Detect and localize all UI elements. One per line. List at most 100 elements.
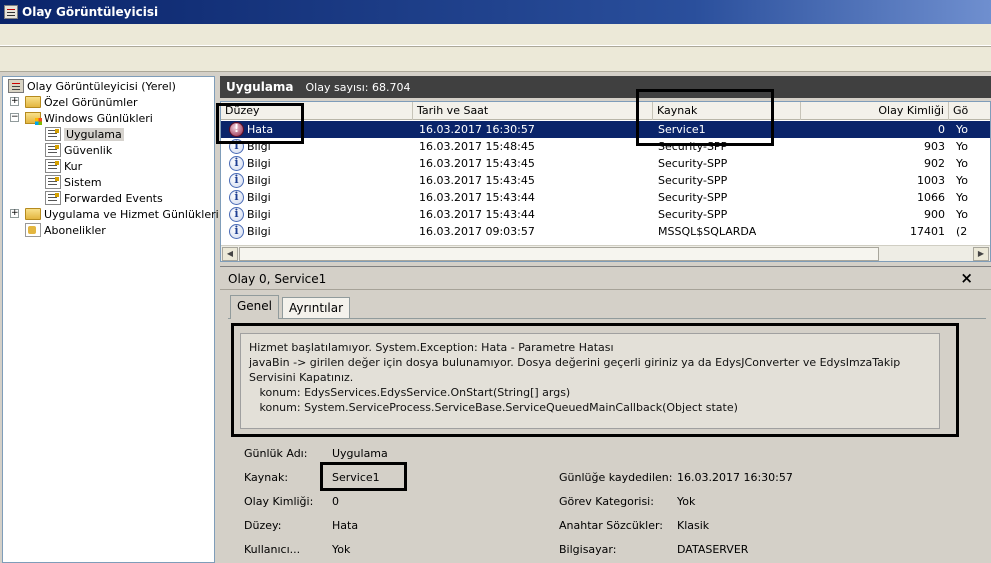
folder-icon — [25, 96, 41, 108]
tab-general[interactable]: Genel — [230, 295, 280, 319]
cell-task: Yo — [956, 123, 968, 136]
column-header-source[interactable]: Kaynak — [653, 102, 801, 120]
log-name-value: Uygulama — [332, 447, 388, 460]
cell-event-id: 1003 — [917, 174, 945, 187]
event-detail-pane: Olay 0, Service1 × Genel Ayrıntılar Hizm… — [220, 266, 991, 563]
event-id-value: 0 — [332, 495, 339, 508]
tree-item-setup[interactable]: Kur — [45, 158, 82, 174]
table-row[interactable]: Bilgi 16.03.2017 09:03:57 MSSQL$SQLARDA … — [221, 223, 990, 240]
cell-task: (2 — [956, 225, 968, 238]
event-count: Olay sayısı: 68.704 — [305, 80, 411, 94]
cell-source: Security-SPP — [658, 208, 728, 221]
keywords-value: Klasik — [677, 519, 710, 532]
cell-source: Security-SPP — [658, 157, 728, 170]
source-value: Service1 — [332, 471, 380, 484]
tree-item-label: Özel Görünümler — [44, 95, 138, 109]
table-row[interactable]: Bilgi 16.03.2017 15:43:45 Security-SPP 9… — [221, 155, 990, 172]
cell-task: Yo — [956, 208, 968, 221]
tree-item-label: Windows Günlükleri — [44, 111, 153, 125]
level-value: Hata — [332, 519, 359, 532]
message-line: konum: System.ServiceProcess.ServiceBase… — [249, 401, 738, 414]
keywords-label: Anahtar Sözcükler: — [559, 519, 664, 532]
scroll-thumb[interactable] — [239, 247, 879, 261]
message-line: Hizmet başlatılamıyor. System.Exception:… — [249, 341, 614, 354]
tree-item-app-service-logs[interactable]: Uygulama ve Hizmet Günlükleri — [25, 206, 219, 222]
cell-level: Bilgi — [247, 191, 271, 204]
tree-item-label: Sistem — [64, 175, 102, 189]
cell-datetime: 16.03.2017 15:43:45 — [419, 174, 535, 187]
table-row[interactable]: Hata 16.03.2017 16:30:57 Service1 0 Yo — [221, 121, 990, 138]
table-row[interactable]: Bilgi 16.03.2017 15:43:44 Security-SPP 1… — [221, 189, 990, 206]
task-category-label: Görev Kategorisi: — [559, 495, 654, 508]
cell-task: Yo — [956, 157, 968, 170]
cell-event-id: 903 — [924, 140, 945, 153]
cell-event-id: 902 — [924, 157, 945, 170]
menu-bar — [0, 24, 991, 46]
close-icon[interactable]: × — [960, 269, 973, 287]
column-header-level[interactable]: Düzey — [221, 102, 413, 120]
tree-item-windows-logs[interactable]: Windows Günlükleri — [25, 110, 153, 126]
table-row[interactable]: Bilgi 16.03.2017 15:43:45 Security-SPP 1… — [221, 172, 990, 189]
column-header-event-id[interactable]: Olay Kimliği — [801, 102, 949, 120]
cell-datetime: 16.03.2017 16:30:57 — [419, 123, 535, 136]
user-value: Yok — [332, 543, 351, 556]
tree-item-label: Abonelikler — [44, 223, 106, 237]
info-icon — [229, 156, 244, 171]
divider — [220, 289, 991, 290]
horizontal-scrollbar[interactable]: ◀ ▶ — [221, 245, 990, 261]
list-header-row: Düzey Tarih ve Saat Kaynak Olay Kimliği … — [221, 102, 990, 120]
log-icon — [45, 159, 61, 173]
log-icon — [45, 191, 61, 205]
cell-datetime: 16.03.2017 15:43:44 — [419, 208, 535, 221]
column-header-datetime[interactable]: Tarih ve Saat — [413, 102, 653, 120]
expand-icon[interactable]: + — [10, 97, 19, 106]
cell-source: Security-SPP — [658, 174, 728, 187]
cell-datetime: 16.03.2017 15:48:45 — [419, 140, 535, 153]
table-row[interactable]: Bilgi 16.03.2017 15:43:44 Security-SPP 9… — [221, 206, 990, 223]
user-label: Kullanıcı... — [244, 543, 301, 556]
cell-level: Bilgi — [247, 140, 271, 153]
tree-item-application[interactable]: Uygulama — [45, 126, 124, 142]
tree-item-security[interactable]: Güvenlik — [45, 142, 112, 158]
logged-value: 16.03.2017 16:30:57 — [677, 471, 793, 484]
toolbar — [0, 46, 991, 72]
tree-item-subscriptions[interactable]: Abonelikler — [25, 222, 106, 238]
windows-logs-icon — [25, 112, 42, 125]
cell-datetime: 16.03.2017 15:43:45 — [419, 157, 535, 170]
tree-item-system[interactable]: Sistem — [45, 174, 102, 190]
task-category-value: Yok — [677, 495, 696, 508]
cell-datetime: 16.03.2017 15:43:44 — [419, 191, 535, 204]
source-label: Kaynak: — [244, 471, 289, 484]
scroll-right-icon[interactable]: ▶ — [973, 247, 989, 261]
tree-item-forwarded-events[interactable]: Forwarded Events — [45, 190, 163, 206]
info-icon — [229, 173, 244, 188]
cell-event-id: 0 — [938, 123, 945, 136]
message-line: javaBin -> girilen değer için dosya bulu… — [249, 356, 904, 384]
cell-level: Bilgi — [247, 225, 271, 238]
table-row[interactable]: Bilgi 16.03.2017 15:48:45 Security-SPP 9… — [221, 138, 990, 155]
expand-icon[interactable]: + — [10, 209, 19, 218]
event-message[interactable]: Hizmet başlatılamıyor. System.Exception:… — [240, 333, 940, 429]
cell-task: Yo — [956, 191, 968, 204]
tree-item-label: Güvenlik — [64, 143, 113, 157]
subscriptions-icon — [25, 223, 41, 237]
event-viewer-icon — [4, 5, 18, 19]
event-id-label: Olay Kimliği: — [244, 495, 314, 508]
log-icon — [45, 175, 61, 189]
tab-details[interactable]: Ayrıntılar — [282, 297, 351, 318]
tree-item-label: Olay Görüntüleyicisi (Yerel) — [27, 79, 176, 93]
title-bar: Olay Görüntüleyicisi — [0, 0, 991, 24]
event-list: Düzey Tarih ve Saat Kaynak Olay Kimliği … — [220, 101, 991, 262]
tree-item-root[interactable]: Olay Görüntüleyicisi (Yerel) — [8, 78, 176, 94]
tree-item-custom-views[interactable]: Özel Görünümler — [25, 94, 138, 110]
cell-level: Hata — [247, 123, 274, 136]
log-title: Uygulama — [226, 80, 294, 94]
column-header-task[interactable]: Gö — [949, 102, 990, 120]
cell-event-id: 17401 — [910, 225, 945, 238]
cell-datetime: 16.03.2017 09:03:57 — [419, 225, 535, 238]
scroll-left-icon[interactable]: ◀ — [222, 247, 238, 261]
collapse-icon[interactable]: − — [10, 113, 19, 122]
cell-source: Service1 — [658, 123, 706, 136]
log-icon — [45, 143, 61, 157]
error-icon — [229, 122, 244, 137]
